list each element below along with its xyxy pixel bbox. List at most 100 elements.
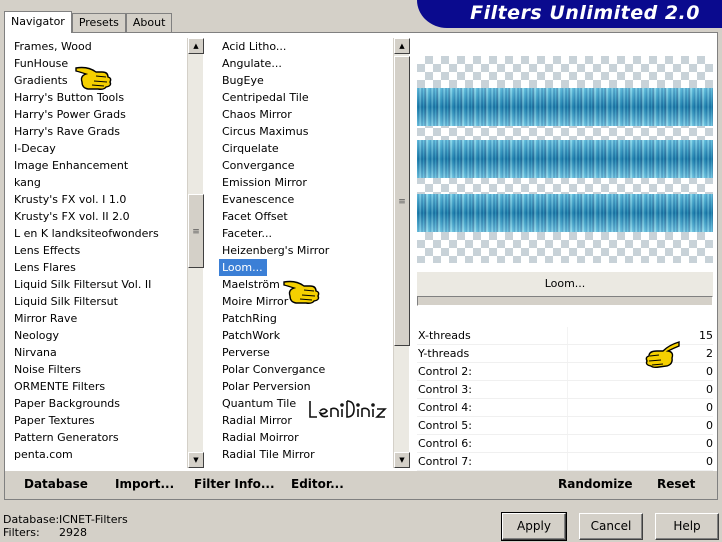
database-button[interactable]: Database xyxy=(24,477,88,491)
tab-bar: Navigator Presets About xyxy=(4,11,173,33)
list-item[interactable]: Emission Mirror xyxy=(219,174,394,191)
list-item[interactable]: L en K landksiteofwonders xyxy=(11,225,186,242)
list-item[interactable]: Circus Maximus xyxy=(219,123,394,140)
pointing-hand-icon xyxy=(645,341,680,369)
list-item[interactable]: penta.com xyxy=(11,446,186,463)
import-button[interactable]: Import... xyxy=(115,477,174,491)
list-item-label: Paper Backgrounds xyxy=(14,397,121,410)
list-item[interactable]: Cirquelate xyxy=(219,140,394,157)
control-value[interactable]: 0 xyxy=(706,453,713,471)
scroll-thumb[interactable]: ≡ xyxy=(394,56,410,346)
scroll-thumb[interactable]: ≡ xyxy=(188,194,204,268)
control-row[interactable]: Control 3: 0 xyxy=(417,381,713,399)
list-item[interactable]: Chaos Mirror xyxy=(219,106,394,123)
list-item[interactable]: Liquid Silk Filtersut Vol. II xyxy=(11,276,186,293)
pointing-hand-icon xyxy=(283,280,320,304)
list-item[interactable]: Harry's Rave Grads xyxy=(11,123,186,140)
category-scrollbar[interactable]: ▲ ≡ ▼ xyxy=(187,38,204,468)
scroll-down-button[interactable]: ▼ xyxy=(394,452,410,468)
list-item-label: Quantum Tile xyxy=(222,397,297,410)
list-item[interactable]: Lens Effects xyxy=(11,242,186,259)
list-item[interactable]: Harry's Power Grads xyxy=(11,106,186,123)
list-item[interactable]: Krusty's FX vol. II 2.0 xyxy=(11,208,186,225)
list-item[interactable]: Radial Moirror xyxy=(219,429,394,446)
randomize-button[interactable]: Randomize xyxy=(558,477,632,491)
list-item[interactable]: Evanescence xyxy=(219,191,394,208)
control-row[interactable]: Control 5: 0 xyxy=(417,417,713,435)
list-item-label: L en K landksiteofwonders xyxy=(14,227,159,240)
help-button[interactable]: Help xyxy=(655,513,719,540)
list-item[interactable]: Pattern Generators xyxy=(11,429,186,446)
list-item[interactable]: Faceter... xyxy=(219,225,394,242)
list-item[interactable]: ORMENTE Filters xyxy=(11,378,186,395)
list-item[interactable]: Perverse xyxy=(219,344,394,361)
list-item[interactable]: kang xyxy=(11,174,186,191)
cancel-button[interactable]: Cancel xyxy=(579,513,643,540)
list-item[interactable]: Frames, Wood xyxy=(11,38,186,55)
list-item[interactable]: Polar Convergance xyxy=(219,361,394,378)
list-item[interactable]: Neology xyxy=(11,327,186,344)
list-item[interactable]: Radial Tile Mirror xyxy=(219,446,394,463)
control-value[interactable]: 0 xyxy=(706,435,713,453)
list-item[interactable]: Liquid Silk Filtersut xyxy=(11,293,186,310)
list-item[interactable]: Heizenberg's Mirror xyxy=(219,242,394,259)
list-item[interactable]: Loom... xyxy=(219,259,394,276)
control-row[interactable]: Control 4: 0 xyxy=(417,399,713,417)
tab-about[interactable]: About xyxy=(125,13,173,33)
list-item[interactable]: Noise Filters xyxy=(11,361,186,378)
list-item[interactable]: PatchRing xyxy=(219,310,394,327)
list-item[interactable]: Angulate... xyxy=(219,55,394,72)
control-value[interactable]: 0 xyxy=(706,363,713,381)
tab-navigator[interactable]: Navigator xyxy=(4,11,72,33)
list-item-label: Frames, Wood xyxy=(14,40,92,53)
list-item-label: Heizenberg's Mirror xyxy=(222,244,330,257)
category-list[interactable]: Frames, Wood FunHouse Gradients Harry's But… xyxy=(11,38,186,468)
list-item[interactable]: Acid Litho... xyxy=(219,38,394,55)
list-item[interactable]: Image Enhancement xyxy=(11,157,186,174)
tab-presets[interactable]: Presets xyxy=(71,13,126,33)
list-item[interactable]: Polar Perversion xyxy=(219,378,394,395)
filter-preview xyxy=(417,56,713,263)
list-item-label: Maelström xyxy=(222,278,280,291)
list-item-label: kang xyxy=(14,176,41,189)
list-item[interactable]: Convergance xyxy=(219,157,394,174)
control-row[interactable]: Control 7: 0 xyxy=(417,453,713,471)
control-row[interactable]: Control 6: 0 xyxy=(417,435,713,453)
list-item-label: Liquid Silk Filtersut Vol. II xyxy=(14,278,152,291)
list-item-label: Harry's Power Grads xyxy=(14,108,126,121)
control-value[interactable]: 15 xyxy=(699,327,713,345)
scroll-up-button[interactable]: ▲ xyxy=(188,38,204,54)
list-item[interactable]: Nirvana xyxy=(11,344,186,361)
list-item-label: Paper Textures xyxy=(14,414,95,427)
reset-button[interactable]: Reset xyxy=(657,477,695,491)
list-item-label: Emission Mirror xyxy=(222,176,307,189)
list-item-label: ORMENTE Filters xyxy=(14,380,106,393)
list-item-label: Neology xyxy=(14,329,60,342)
list-item-label: Mirror Rave xyxy=(14,312,78,325)
control-value[interactable]: 0 xyxy=(706,399,713,417)
list-item[interactable]: I-Decay xyxy=(11,140,186,157)
list-item-label: Polar Perversion xyxy=(222,380,311,393)
apply-button[interactable]: Apply xyxy=(501,512,567,541)
scroll-up-button[interactable]: ▲ xyxy=(394,38,410,54)
control-label: Y-threads xyxy=(418,347,470,360)
list-item[interactable]: Lens Flares xyxy=(11,259,186,276)
filter-scrollbar[interactable]: ▲ ≡ ▼ xyxy=(393,38,410,468)
list-item[interactable]: Facet Offset xyxy=(219,208,394,225)
list-item-label: penta.com xyxy=(14,448,73,461)
list-item[interactable]: Paper Backgrounds xyxy=(11,395,186,412)
database-value: ICNET-Filters xyxy=(59,513,128,526)
list-item[interactable]: Paper Textures xyxy=(11,412,186,429)
filters-count: 2928 xyxy=(59,526,87,539)
list-item[interactable]: Centripedal Tile xyxy=(219,89,394,106)
control-value[interactable]: 0 xyxy=(706,381,713,399)
list-item[interactable]: Krusty's FX vol. I 1.0 xyxy=(11,191,186,208)
editor-button[interactable]: Editor... xyxy=(291,477,344,491)
list-item[interactable]: Mirror Rave xyxy=(11,310,186,327)
list-item[interactable]: BugEye xyxy=(219,72,394,89)
list-item[interactable]: PatchWork xyxy=(219,327,394,344)
control-value[interactable]: 2 xyxy=(706,345,713,363)
scroll-down-button[interactable]: ▼ xyxy=(188,452,204,468)
filter-info-button[interactable]: Filter Info... xyxy=(194,477,275,491)
control-value[interactable]: 0 xyxy=(706,417,713,435)
